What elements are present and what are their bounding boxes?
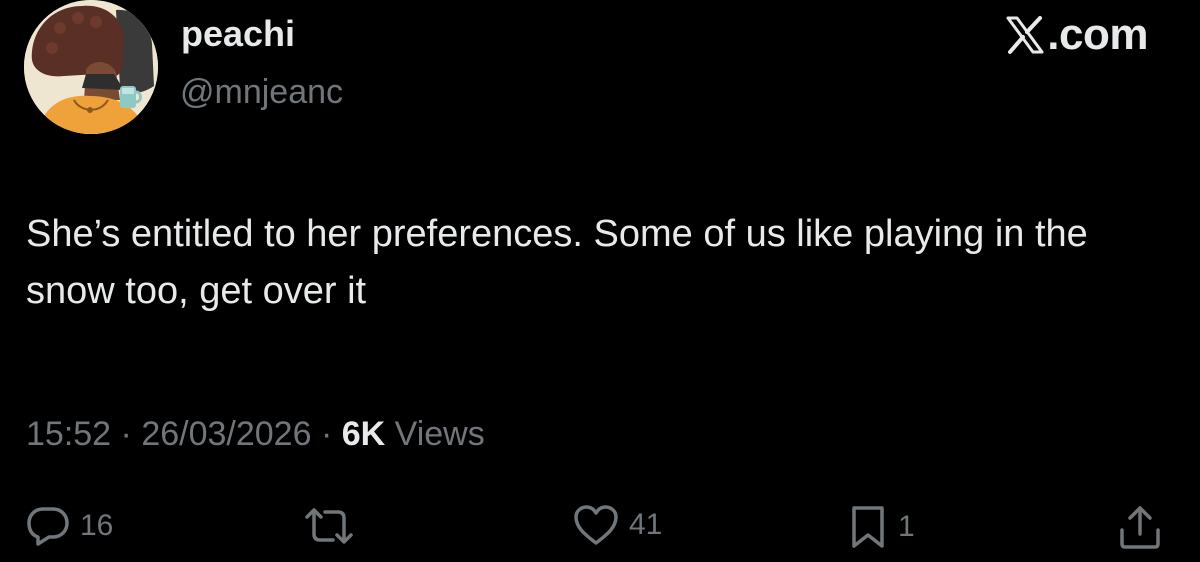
bookmark-button[interactable]: 1 [848,504,915,550]
tweet-text: She’s entitled to her preferences. Some … [26,213,1088,312]
like-button[interactable]: 41 [573,504,662,546]
bookmark-count: 1 [898,510,915,543]
display-name[interactable]: peachi [181,12,295,56]
views-label: Views [394,415,485,453]
brand-text: .com [1047,10,1148,59]
brand-watermark: .com [1005,10,1148,60]
share-icon [1120,506,1160,549]
meta-separator: · [320,415,333,453]
avatar-illustration [24,0,158,134]
user-handle[interactable]: @mnjeanc [180,70,343,114]
reply-icon [27,507,69,546]
like-count: 41 [629,508,663,541]
action-bar: 16 41 1 [0,498,1200,562]
bookmark-icon [852,506,884,548]
views-count: 6K [341,415,386,453]
repost-icon [305,508,353,544]
avatar[interactable] [24,0,158,134]
heart-icon [574,505,618,545]
tweet-time[interactable]: 15:52 [26,415,111,453]
tweet-date[interactable]: 26/03/2026 [141,415,311,453]
reply-count: 16 [80,509,114,542]
tweet-meta: 15:52 · 26/03/2026 · 6K Views [26,412,485,456]
share-button[interactable] [1118,504,1162,550]
reply-button[interactable]: 16 [26,504,113,548]
repost-button[interactable] [303,504,365,548]
x-logo-icon [1006,16,1044,54]
meta-separator: · [120,415,132,453]
